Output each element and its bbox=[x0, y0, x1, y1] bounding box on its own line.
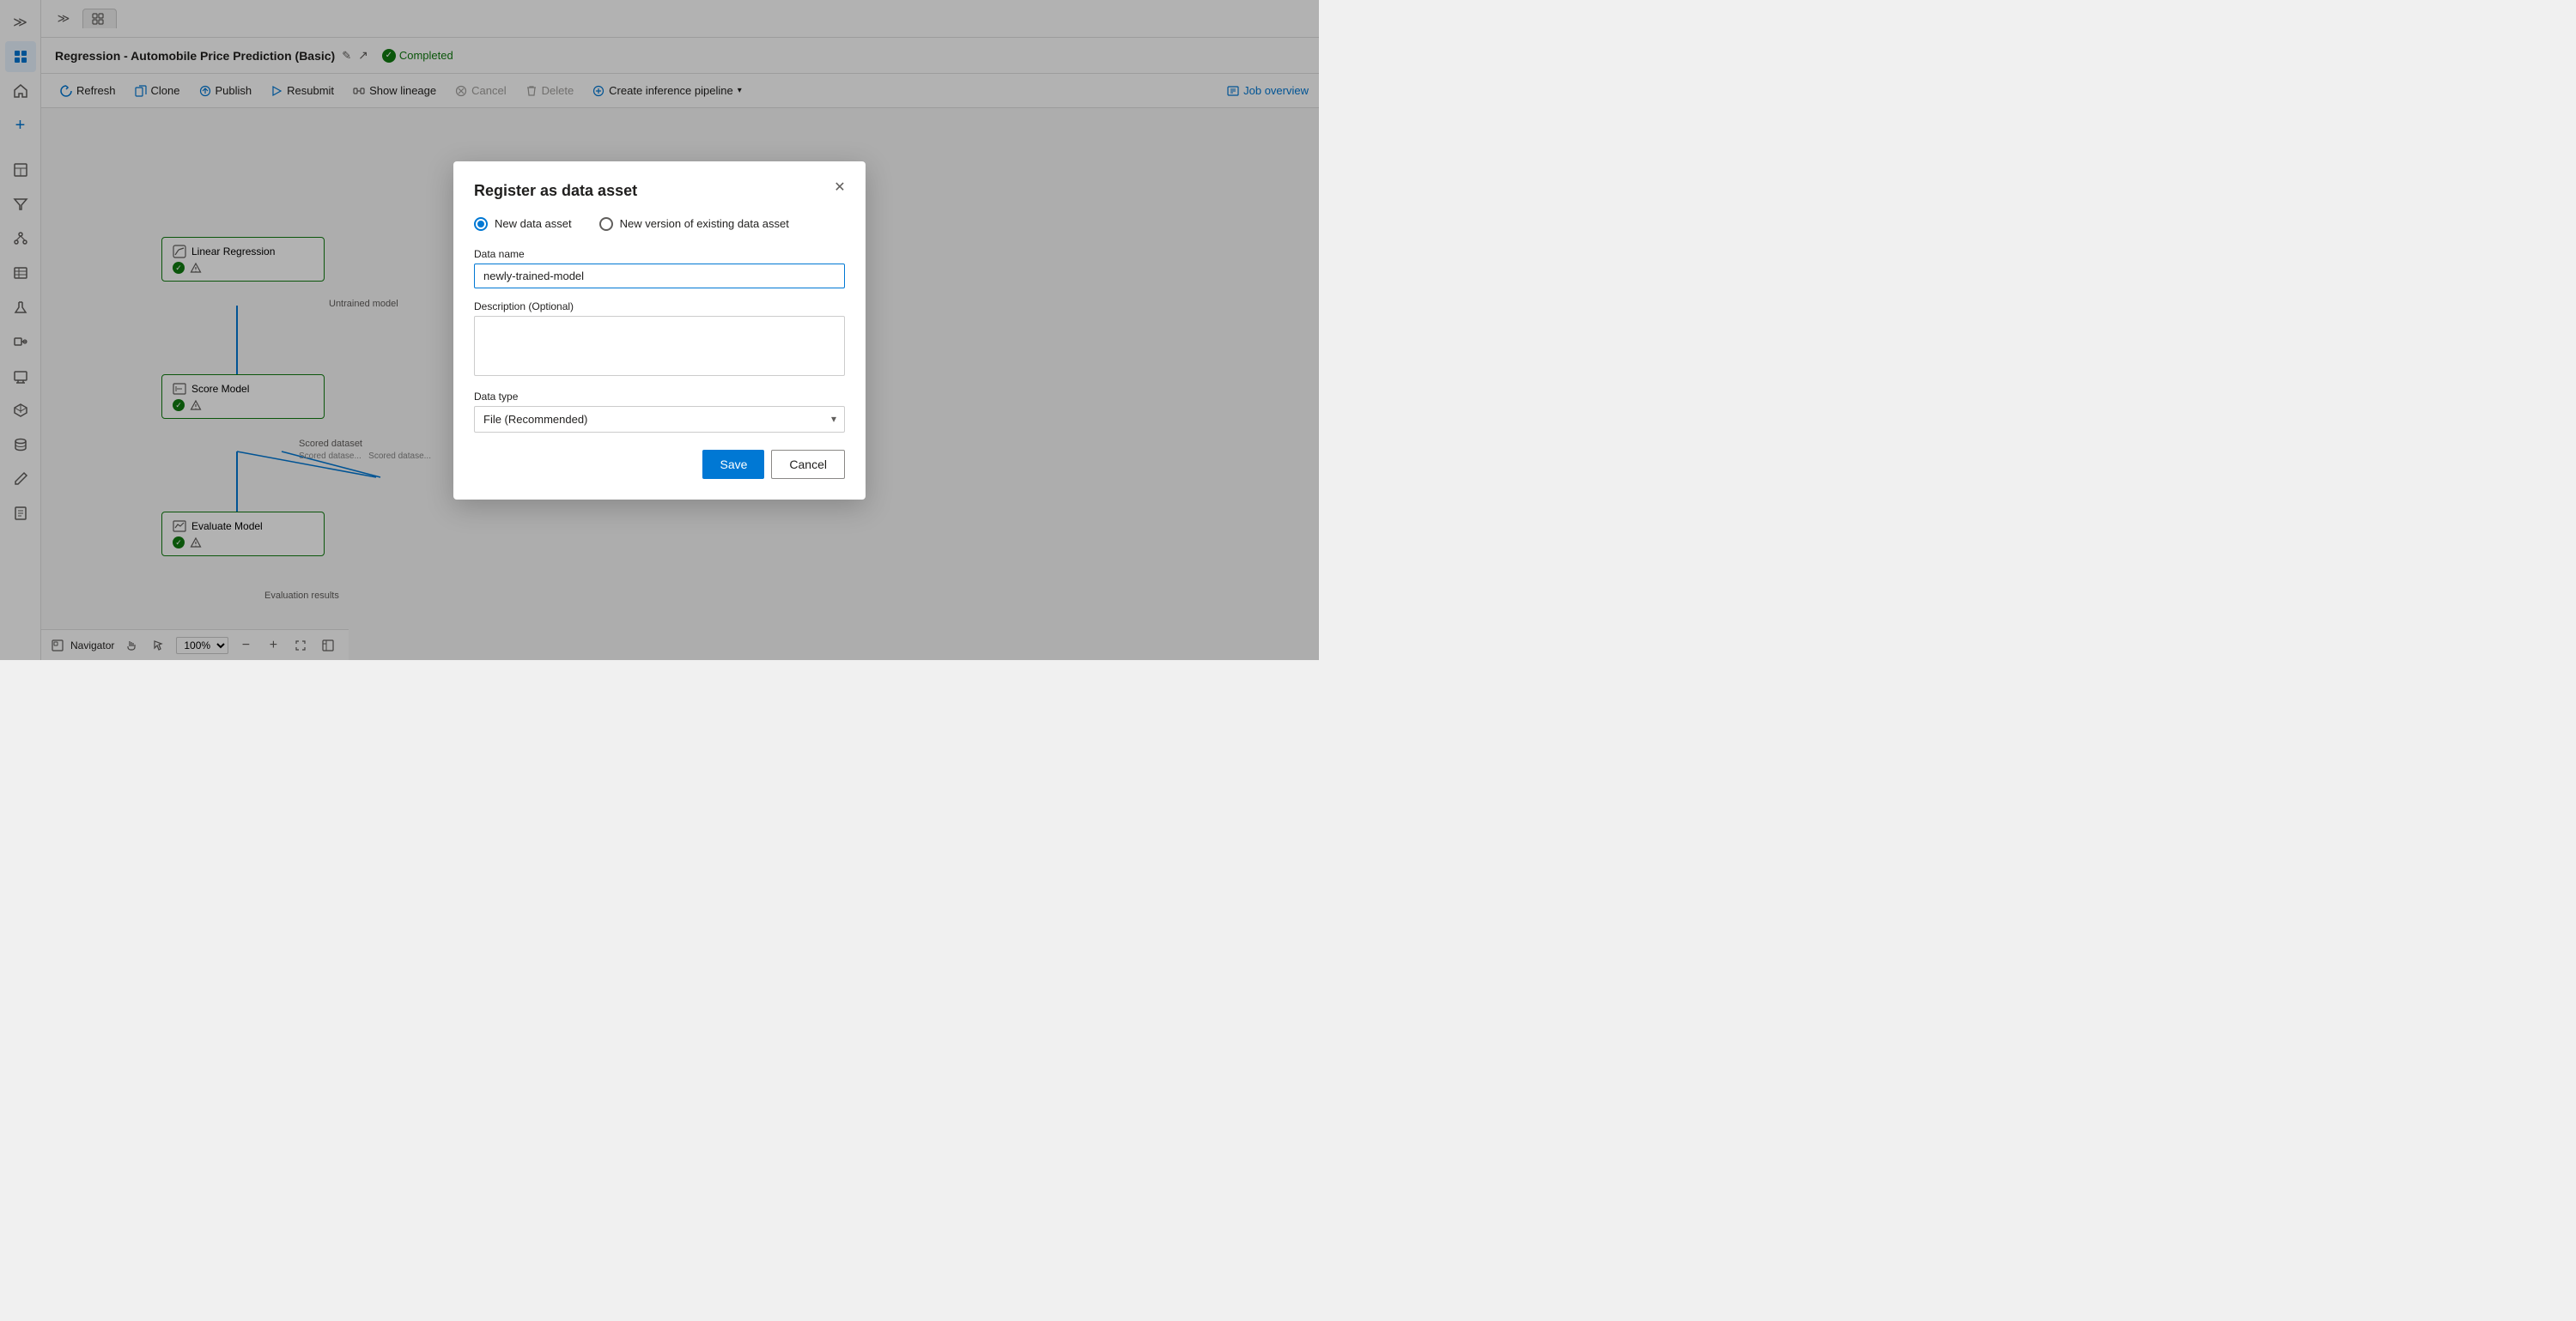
cancel-modal-button[interactable]: Cancel bbox=[771, 450, 845, 479]
radio-new-asset-circle bbox=[474, 217, 488, 231]
data-type-select[interactable]: File (Recommended) Folder Table bbox=[474, 406, 845, 433]
data-type-label: Data type bbox=[474, 391, 845, 403]
data-type-wrapper: File (Recommended) Folder Table ▾ bbox=[474, 406, 845, 433]
radio-existing-asset[interactable]: New version of existing data asset bbox=[599, 217, 789, 231]
radio-existing-asset-circle bbox=[599, 217, 613, 231]
close-icon: ✕ bbox=[834, 179, 845, 196]
description-label: Description (Optional) bbox=[474, 300, 845, 312]
modal-overlay: Register as data asset ✕ New data asset … bbox=[0, 0, 1319, 660]
radio-group: New data asset New version of existing d… bbox=[474, 217, 845, 231]
save-button[interactable]: Save bbox=[702, 450, 764, 479]
radio-new-asset[interactable]: New data asset bbox=[474, 217, 572, 231]
description-textarea[interactable] bbox=[474, 316, 845, 376]
register-data-asset-modal: Register as data asset ✕ New data asset … bbox=[453, 161, 866, 500]
modal-footer: Save Cancel bbox=[474, 450, 845, 479]
modal-close-button[interactable]: ✕ bbox=[828, 175, 852, 199]
data-name-input[interactable] bbox=[474, 264, 845, 288]
modal-title: Register as data asset bbox=[474, 182, 845, 200]
data-name-label: Data name bbox=[474, 248, 845, 260]
